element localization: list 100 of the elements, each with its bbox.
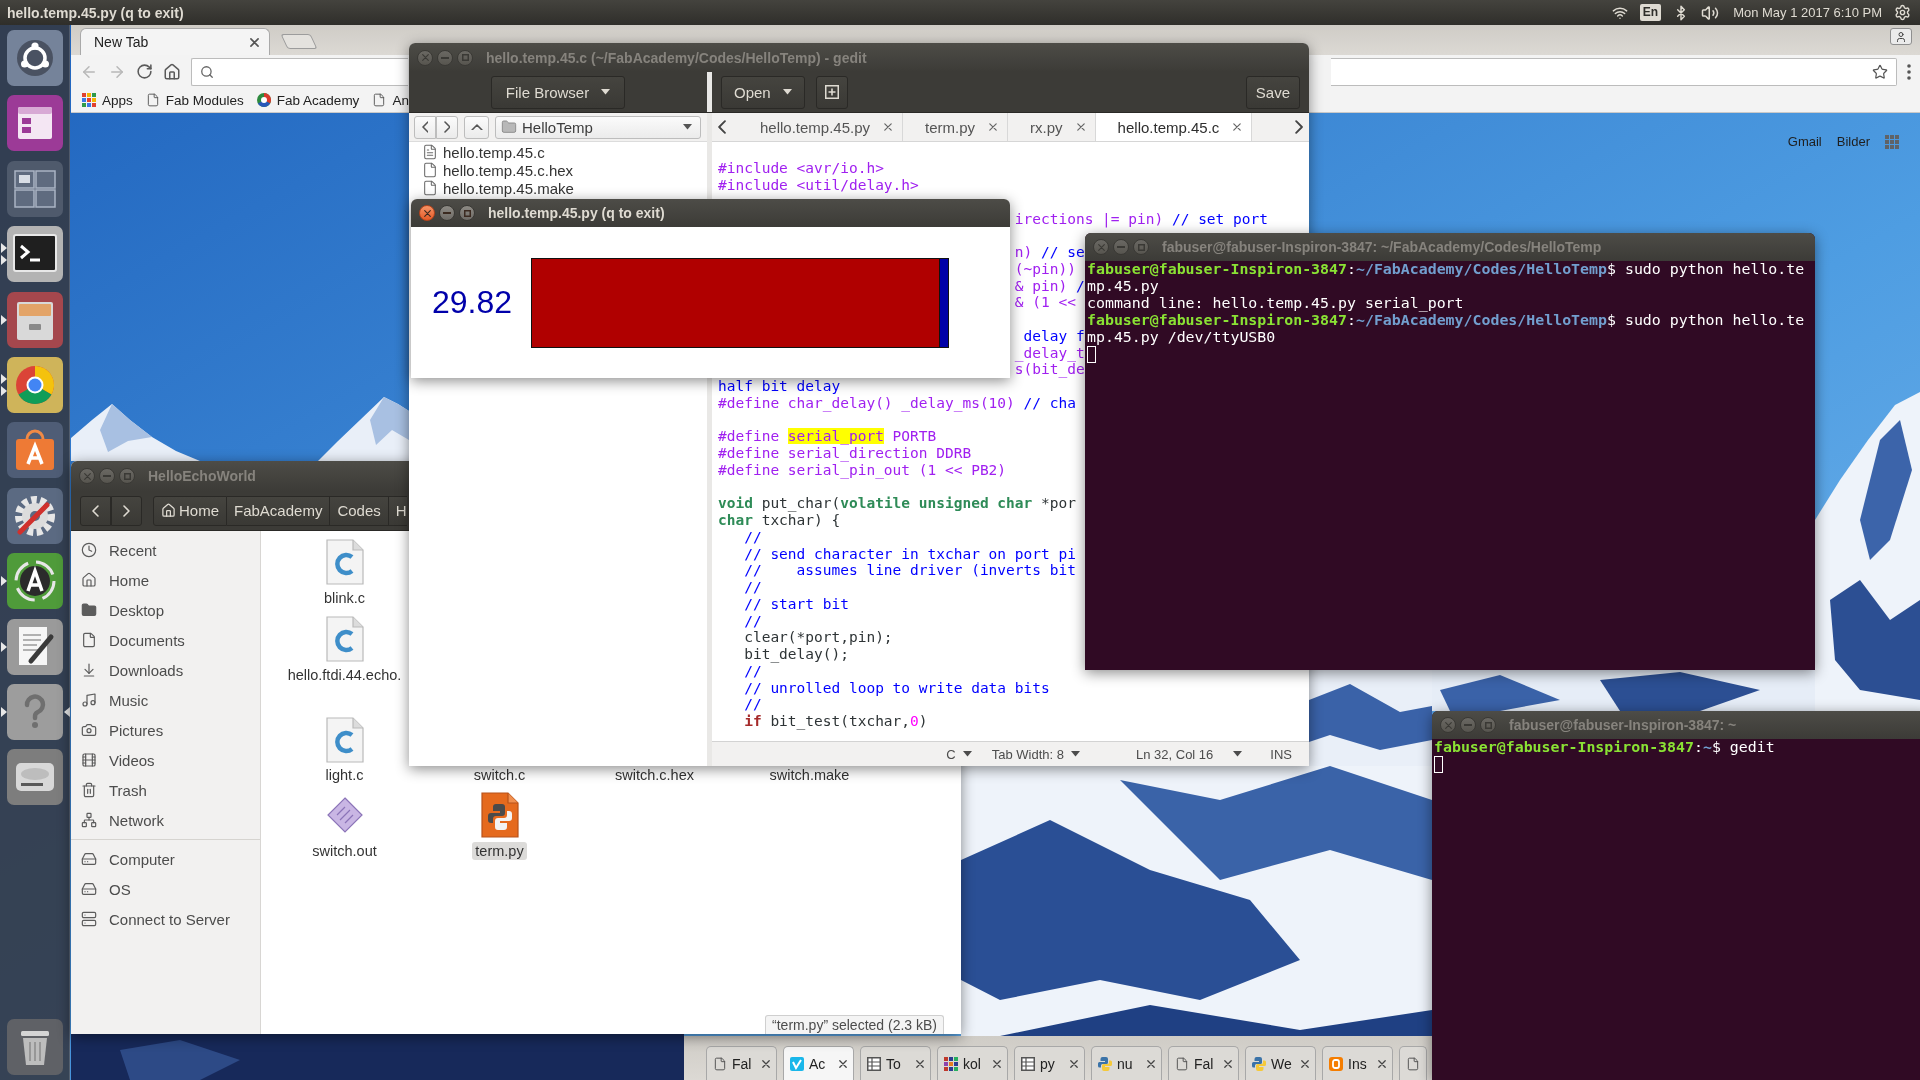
file-name[interactable]: switch.out xyxy=(309,842,380,860)
save-button[interactable]: Save xyxy=(1245,75,1300,109)
browser-tab[interactable]: Fal xyxy=(1168,1046,1239,1080)
tab-width-selector[interactable]: Tab Width: 8 xyxy=(991,746,1080,762)
page-link[interactable]: Bilder xyxy=(1836,134,1870,149)
workspaces-icon[interactable] xyxy=(6,160,63,217)
sidebar-item[interactable]: Documents xyxy=(71,625,260,655)
file-list-item[interactable]: hello.temp.45.make xyxy=(409,179,707,197)
maximize-icon xyxy=(1137,243,1145,251)
new-tab-button[interactable] xyxy=(815,75,848,109)
page-icon xyxy=(145,93,160,107)
browser-tab[interactable]: We xyxy=(1245,1046,1316,1080)
sidebar-item[interactable]: Music xyxy=(71,685,260,715)
sidebar-item[interactable]: Recent xyxy=(71,535,260,565)
back-button[interactable] xyxy=(80,495,111,526)
shopping-bag-icon[interactable] xyxy=(6,422,63,479)
file-name[interactable]: switch.c xyxy=(470,766,529,784)
close-button[interactable] xyxy=(419,205,435,221)
volume-icon[interactable] xyxy=(1701,3,1720,22)
file-name[interactable]: term.py xyxy=(472,842,527,860)
open-button[interactable]: Open xyxy=(721,75,805,109)
close-icon xyxy=(839,1059,847,1068)
film-icon xyxy=(81,752,97,768)
browser-tab[interactable]: py xyxy=(1014,1046,1085,1080)
dash-logo-icon[interactable] xyxy=(6,30,63,86)
file-name[interactable]: blink.c xyxy=(320,589,369,607)
browser-tab[interactable]: Ins xyxy=(1322,1046,1393,1080)
bookmark-item[interactable]: Fab Academy xyxy=(256,92,360,108)
sidebar-item[interactable]: Computer xyxy=(71,844,260,874)
script-file-icon[interactable] xyxy=(480,792,519,838)
file-cabinet-icon[interactable] xyxy=(6,291,63,348)
path-button[interactable]: H xyxy=(388,495,407,526)
address-field[interactable] xyxy=(1331,57,1897,86)
address-field[interactable] xyxy=(191,57,408,86)
c-source-file-icon[interactable] xyxy=(325,539,364,585)
sidebar-item[interactable]: Desktop xyxy=(71,595,260,625)
menu-button[interactable] xyxy=(1907,63,1911,80)
terminal-icon[interactable] xyxy=(6,226,63,283)
file-name[interactable]: light.c xyxy=(322,766,367,784)
file-name[interactable]: hello.ftdi.44.echo. xyxy=(284,666,405,684)
forward-button[interactable] xyxy=(111,495,142,526)
language-selector[interactable]: C xyxy=(946,746,972,762)
folder-dropdown[interactable]: HelloTemp xyxy=(495,115,701,139)
question-mark-icon[interactable] xyxy=(6,683,63,740)
file-name[interactable]: switch.c.hex xyxy=(612,766,697,784)
c-source-file-icon[interactable] xyxy=(325,716,364,763)
browser-tab[interactable] xyxy=(1399,1046,1427,1080)
sidebar-item[interactable]: Home xyxy=(71,565,260,595)
text-editor-icon[interactable] xyxy=(6,618,63,675)
sidebar-item[interactable]: Trash xyxy=(71,775,260,805)
update-icon[interactable] xyxy=(6,553,63,610)
sidebar-item[interactable]: Downloads xyxy=(71,655,260,685)
trash-icon[interactable] xyxy=(6,1019,63,1075)
drive-icon[interactable] xyxy=(6,749,63,806)
file-list-item[interactable]: hello.temp.45.c.hex xyxy=(409,161,707,179)
close-icon xyxy=(1076,123,1085,131)
maximize-button[interactable] xyxy=(459,205,475,221)
close-icon xyxy=(989,123,998,131)
up-button[interactable] xyxy=(464,115,489,139)
sidebar-item[interactable]: Pictures xyxy=(71,715,260,745)
browser-tab[interactable]: Ac xyxy=(783,1046,854,1080)
code-line: char txchar) { xyxy=(718,512,841,529)
position-menu-button[interactable] xyxy=(1233,751,1243,757)
minimize-button[interactable] xyxy=(439,205,455,221)
back-button[interactable] xyxy=(414,115,436,139)
document-tab[interactable]: hello.temp.45.c xyxy=(1095,113,1253,141)
executable-file-icon[interactable] xyxy=(326,797,363,833)
sidebar-item[interactable]: OS xyxy=(71,874,260,904)
code-line: clear(*port,pin); xyxy=(744,629,893,646)
path-button[interactable]: FabAcademy xyxy=(227,495,331,526)
forward-button[interactable] xyxy=(436,115,458,139)
page-link[interactable]: Gmail xyxy=(1787,134,1822,149)
browser-tab[interactable]: New Tab xyxy=(80,28,270,55)
bookmark-item[interactable]: Apps xyxy=(82,92,133,108)
sidebar-item[interactable]: Connect to Server xyxy=(71,904,260,934)
browser-tab[interactable]: To xyxy=(860,1046,931,1080)
c-source-file-icon[interactable] xyxy=(325,616,364,662)
bookmark-item[interactable]: Fab Modules xyxy=(145,92,244,108)
path-button[interactable]: Codes xyxy=(330,495,389,526)
browser-tab[interactable]: Fal xyxy=(706,1046,777,1080)
sidebar-item[interactable]: Network xyxy=(71,805,260,835)
code-line: half bit delay xyxy=(718,378,841,395)
browser-tab[interactable]: kol xyxy=(937,1046,1008,1080)
bookmark-item[interactable]: An xyxy=(372,92,409,108)
browser-icon[interactable] xyxy=(6,356,63,413)
keyboard-layout-indicator[interactable]: En xyxy=(1639,4,1662,21)
reload-button[interactable] xyxy=(136,63,153,80)
settings-icon[interactable] xyxy=(6,487,63,544)
home-button[interactable] xyxy=(163,62,181,81)
path-button[interactable]: Home xyxy=(153,495,227,526)
close-icon xyxy=(1147,1059,1155,1068)
settings-icon[interactable] xyxy=(1894,4,1911,21)
browser-tab[interactable]: nu xyxy=(1091,1046,1162,1080)
window-app-icon[interactable] xyxy=(6,95,63,152)
file-list-item[interactable]: hello.temp.45.c xyxy=(409,143,707,161)
profile-button[interactable] xyxy=(1890,28,1912,45)
file-name[interactable]: switch.make xyxy=(766,766,853,784)
panel-menu-button[interactable]: File Browser xyxy=(490,75,626,109)
clock[interactable]: Mon May 1 2017 6:10 PM xyxy=(1733,5,1882,20)
sidebar-item[interactable]: Videos xyxy=(71,745,260,775)
